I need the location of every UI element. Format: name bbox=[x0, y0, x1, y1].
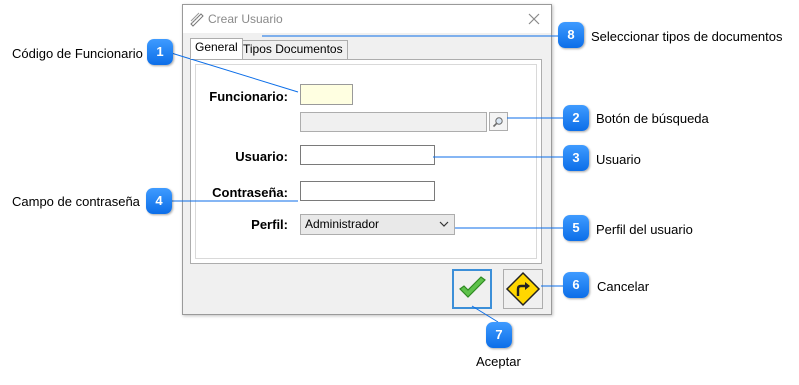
callout-3-badge: 3 bbox=[563, 145, 589, 171]
callout-5-badge: 5 bbox=[563, 215, 589, 241]
callout-1-text: Código de Funcionario bbox=[12, 46, 143, 61]
callout-4-badge: 4 bbox=[146, 188, 172, 214]
callout-7-text: Aceptar bbox=[476, 354, 521, 369]
callout-6-text: Cancelar bbox=[597, 279, 650, 294]
callout-6-badge: 6 bbox=[563, 272, 589, 298]
callout-1-badge: 1 bbox=[147, 39, 173, 65]
callout-2-badge: 2 bbox=[563, 105, 589, 131]
callout-7-badge: 7 bbox=[486, 322, 512, 348]
callout-8-badge: 8 bbox=[558, 22, 584, 48]
callout-4-text: Campo de contraseña bbox=[12, 194, 140, 209]
callout-5-text: Perfil del usuario bbox=[596, 222, 693, 237]
callout-8-text: Seleccionar tipos de documentos bbox=[591, 29, 783, 44]
callout-2-text: Botón de búsqueda bbox=[596, 111, 709, 126]
tab-general[interactable]: General bbox=[190, 38, 243, 59]
callout-3-text: Usuario bbox=[596, 152, 641, 167]
